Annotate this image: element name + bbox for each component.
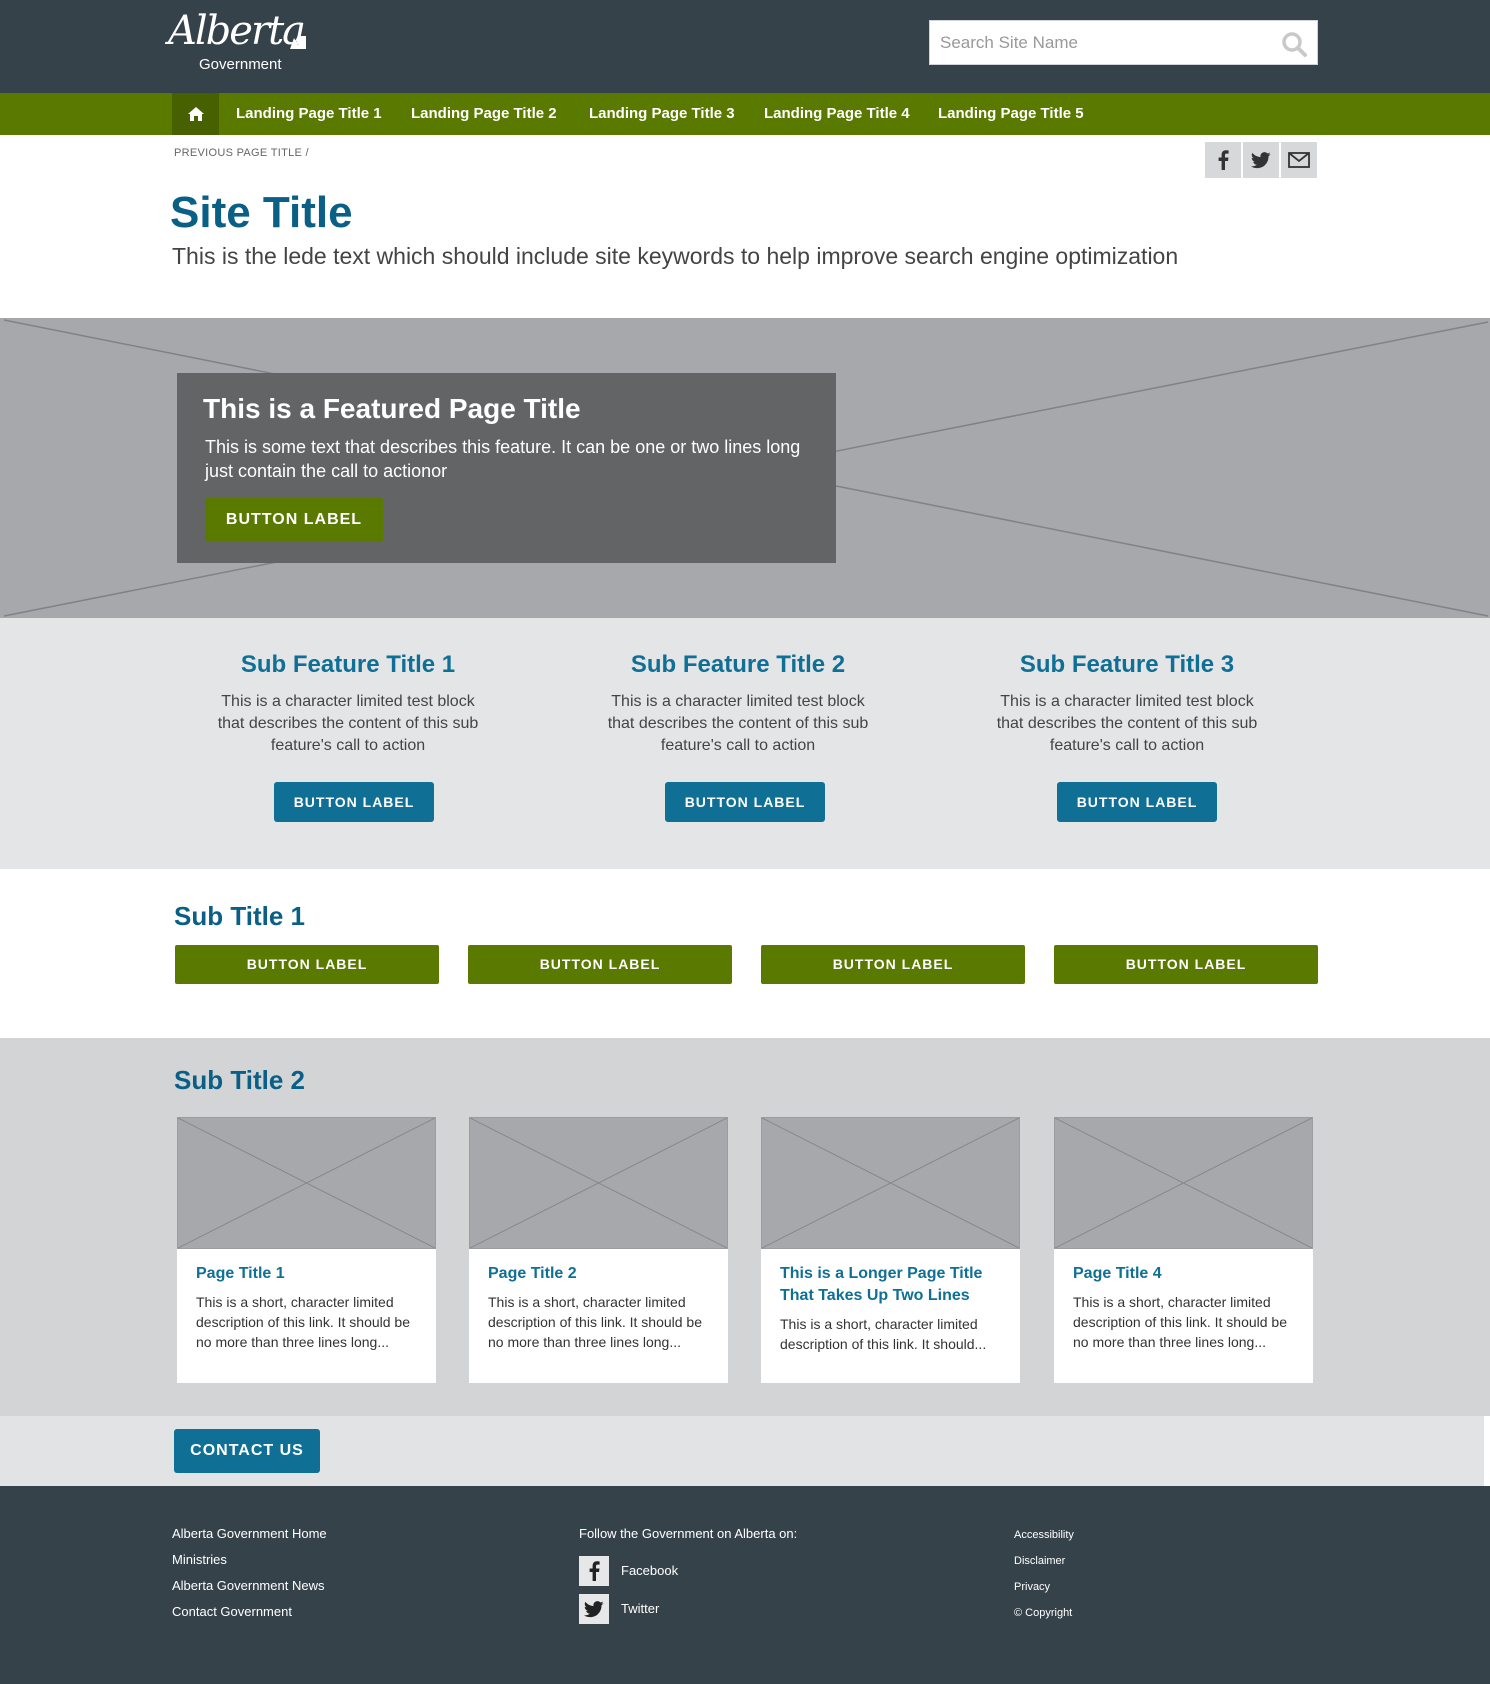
- site-search: [929, 20, 1318, 65]
- sub-feature-title[interactable]: Sub Feature Title 1: [198, 651, 498, 679]
- nav-home-button[interactable]: [172, 93, 219, 135]
- placeholder-cross-icon: [177, 1117, 436, 1249]
- card-description: This is a short, character limited descr…: [488, 1294, 703, 1350]
- card-image-placeholder: [177, 1117, 436, 1249]
- footer-link-accessibility[interactable]: Accessibility: [1014, 1529, 1074, 1541]
- footer-link-contact[interactable]: Contact Government: [172, 1604, 292, 1619]
- footer-link-home[interactable]: Alberta Government Home: [172, 1526, 327, 1541]
- footer-twitter-link[interactable]: Twitter: [621, 1601, 659, 1616]
- site-header: Alberta Government: [0, 0, 1490, 93]
- sub-feature-title[interactable]: Sub Feature Title 2: [588, 651, 888, 679]
- alberta-logo[interactable]: Alberta Government: [168, 8, 318, 74]
- sub-feature-text: This is a character limited test block t…: [996, 693, 1258, 754]
- card-3[interactable]: This is a Longer Page Title That Takes U…: [761, 1117, 1020, 1383]
- featured-button[interactable]: BUTTON LABEL: [205, 498, 383, 542]
- facebook-icon: [1218, 150, 1229, 170]
- section-1-button-4[interactable]: BUTTON LABEL: [1054, 945, 1318, 984]
- section-1-button-1[interactable]: BUTTON LABEL: [175, 945, 439, 984]
- card-2[interactable]: Page Title 2 This is a short, character …: [469, 1117, 728, 1383]
- sub-feature-2: Sub Feature Title 2 This is a character …: [588, 618, 888, 757]
- facebook-glyph: [589, 1561, 600, 1581]
- featured-text: This is some text that describes this fe…: [205, 437, 801, 481]
- sub-feature-2-button[interactable]: BUTTON LABEL: [665, 782, 825, 822]
- card-title[interactable]: Page Title 4: [1073, 1263, 1298, 1285]
- contact-us-button[interactable]: CONTACT US: [174, 1429, 320, 1473]
- sub-feature-1: Sub Feature Title 1 This is a character …: [198, 618, 498, 757]
- card-4[interactable]: Page Title 4 This is a short, character …: [1054, 1117, 1313, 1383]
- nav-item-2[interactable]: Landing Page Title 2: [411, 93, 557, 135]
- page-title: Site Title: [170, 188, 353, 237]
- card-description: This is a short, character limited descr…: [196, 1294, 411, 1350]
- nav-item-1[interactable]: Landing Page Title 1: [236, 93, 382, 135]
- card-title[interactable]: Page Title 2: [488, 1263, 713, 1285]
- placeholder-cross-icon: [1054, 1117, 1313, 1249]
- share-twitter-button[interactable]: [1243, 142, 1279, 178]
- breadcrumb[interactable]: PREVIOUS PAGE TITLE /: [174, 147, 309, 159]
- nav-item-3[interactable]: Landing Page Title 3: [589, 93, 735, 135]
- sub-feature-title[interactable]: Sub Feature Title 3: [977, 651, 1277, 679]
- site-footer: Alberta Government Home Ministries Alber…: [0, 1486, 1490, 1684]
- featured-panel: This is a Featured Page Title This is so…: [177, 373, 836, 563]
- card-title[interactable]: Page Title 1: [196, 1263, 421, 1285]
- logo-wordmark: Alberta: [168, 8, 306, 54]
- section-2-title: Sub Title 2: [174, 1065, 305, 1095]
- featured-title: This is a Featured Page Title: [203, 393, 581, 424]
- home-icon: [187, 107, 204, 121]
- placeholder-cross-icon: [469, 1117, 728, 1249]
- search-input[interactable]: [940, 21, 1270, 64]
- card-image-placeholder: [1054, 1117, 1313, 1249]
- lede-text: This is the lede text which should inclu…: [172, 243, 1179, 269]
- main-nav: Landing Page Title 1 Landing Page Title …: [0, 93, 1490, 135]
- placeholder-cross-icon: [761, 1117, 1020, 1249]
- logo-subtitle: Government: [199, 56, 282, 73]
- card-1[interactable]: Page Title 1 This is a short, character …: [177, 1117, 436, 1383]
- twitter-icon[interactable]: [579, 1594, 609, 1624]
- share-email-button[interactable]: [1281, 142, 1317, 178]
- email-icon: [1288, 152, 1310, 168]
- footer-link-news[interactable]: Alberta Government News: [172, 1578, 324, 1593]
- sub-feature-3-button[interactable]: BUTTON LABEL: [1057, 782, 1217, 822]
- footer-link-copyright[interactable]: © Copyright: [1014, 1607, 1072, 1619]
- sub-feature-1-button[interactable]: BUTTON LABEL: [274, 782, 434, 822]
- twitter-icon: [1251, 151, 1271, 168]
- section-1-button-3[interactable]: BUTTON LABEL: [761, 945, 1025, 984]
- card-image-placeholder: [761, 1117, 1020, 1249]
- card-image-placeholder: [469, 1117, 728, 1249]
- footer-follow-label: Follow the Government on Alberta on:: [579, 1526, 798, 1541]
- section-1-button-2[interactable]: BUTTON LABEL: [468, 945, 732, 984]
- sub-feature-text: This is a character limited test block t…: [217, 693, 479, 754]
- share-facebook-button[interactable]: [1205, 142, 1241, 178]
- sub-feature-3: Sub Feature Title 3 This is a character …: [977, 618, 1277, 757]
- sub-feature-text: This is a character limited test block t…: [607, 693, 869, 754]
- section-1-title: Sub Title 1: [174, 901, 305, 931]
- footer-link-ministries[interactable]: Ministries: [172, 1552, 227, 1567]
- footer-link-privacy[interactable]: Privacy: [1014, 1581, 1050, 1593]
- card-description: This is a short, character limited descr…: [1073, 1294, 1288, 1350]
- footer-facebook-link[interactable]: Facebook: [621, 1563, 678, 1578]
- search-icon[interactable]: [1281, 31, 1307, 57]
- nav-item-4[interactable]: Landing Page Title 4: [764, 93, 910, 135]
- card-description: This is a short, character limited descr…: [780, 1316, 987, 1352]
- twitter-glyph: [584, 1600, 604, 1617]
- nav-item-5[interactable]: Landing Page Title 5: [938, 93, 1084, 135]
- logo-flag-icon: [290, 36, 306, 49]
- sub-features-section: Sub Feature Title 1 This is a character …: [0, 618, 1490, 869]
- footer-link-disclaimer[interactable]: Disclaimer: [1014, 1555, 1065, 1567]
- card-title[interactable]: This is a Longer Page Title That Takes U…: [780, 1263, 1005, 1307]
- facebook-icon[interactable]: [579, 1556, 609, 1586]
